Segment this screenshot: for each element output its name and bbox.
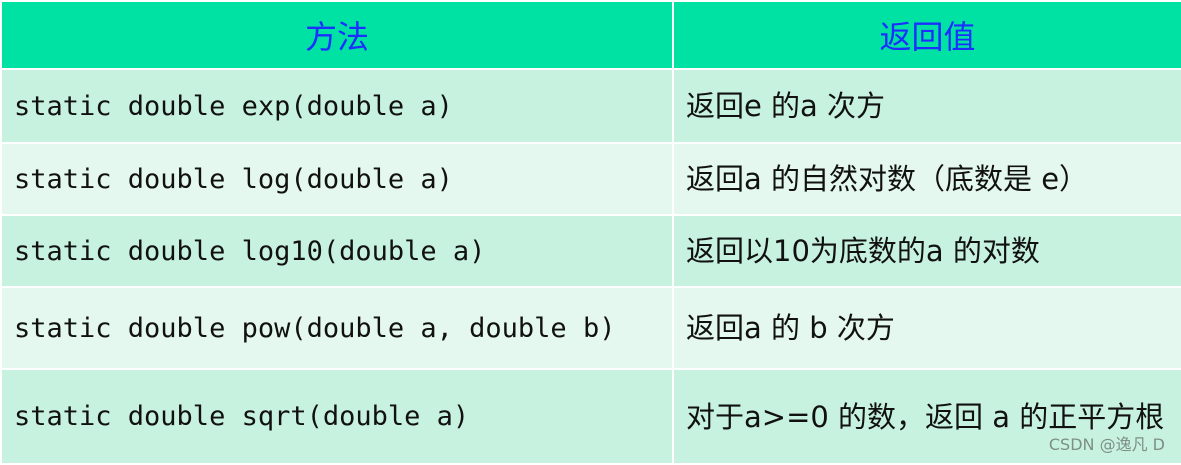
header-return-value: 返回值 [672, 0, 1181, 70]
method-cell: static double sqrt(double a) [0, 368, 674, 465]
table-row: static double sqrt(double a) 对于a>=0 的数，返… [0, 368, 1181, 465]
return-cell: 返回以10为底数的a 的对数 [672, 214, 1181, 288]
table-row: static double pow(double a, double b) 返回… [0, 286, 1181, 370]
return-cell: 返回a 的自然对数（底数是 e） [672, 142, 1181, 216]
table-header-row: 方法 返回值 [0, 0, 1181, 70]
method-cell: static double log10(double a) [0, 214, 674, 288]
csdn-watermark: CSDN @逸凡 D [1048, 435, 1165, 454]
table-row: static double exp(double a) 返回e 的a 次方 [0, 68, 1181, 144]
table-row: static double log10(double a) 返回以10为底数的a… [0, 214, 1181, 288]
method-cell: static double log(double a) [0, 142, 674, 216]
method-cell: static double exp(double a) [0, 68, 674, 144]
math-methods-table: 方法 返回值 static double exp(double a) 返回e 的… [0, 0, 1181, 465]
header-method: 方法 [0, 0, 674, 70]
method-cell: static double pow(double a, double b) [0, 286, 674, 370]
table-row: static double log(double a) 返回a 的自然对数（底数… [0, 142, 1181, 216]
return-cell: 返回e 的a 次方 [672, 68, 1181, 144]
return-cell: 返回a 的 b 次方 [672, 286, 1181, 370]
